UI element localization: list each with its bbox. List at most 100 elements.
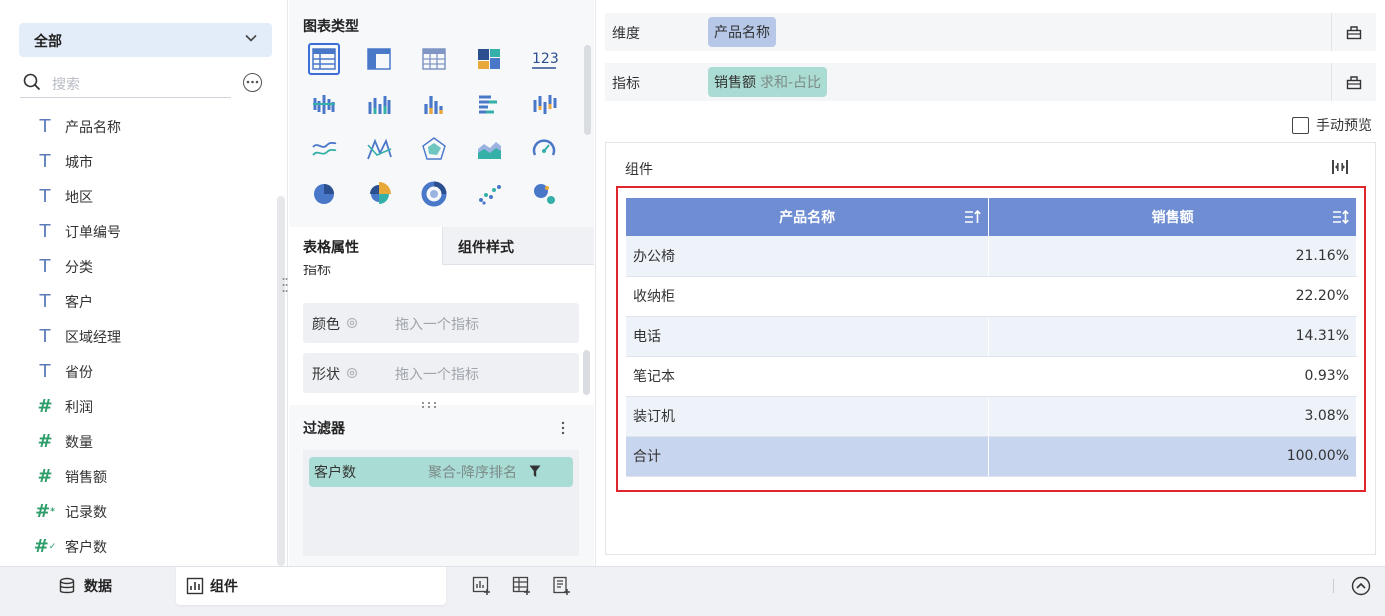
color-attr-dropzone[interactable]: 颜色 拖入一个指标 (303, 303, 579, 343)
gauge-chart-icon[interactable] (528, 133, 560, 165)
treemap-icon[interactable] (473, 43, 505, 75)
table-row[interactable]: 收纳柜 22.20% (626, 276, 1357, 317)
number-card-text: 123 (532, 51, 558, 67)
table-group-icon[interactable] (363, 43, 395, 75)
column-header-sales[interactable]: 销售额 (988, 198, 1357, 236)
sort-ascending-icon[interactable] (964, 209, 981, 225)
table-cross-icon[interactable] (418, 43, 450, 75)
collapse-up-icon[interactable] (1351, 576, 1371, 596)
filter-dropzone[interactable]: 客户数 聚合-降序排名 (303, 450, 579, 556)
line-chart-icon[interactable] (308, 133, 340, 165)
field-region[interactable]: T 地区 (36, 179, 266, 214)
table-row[interactable]: 办公椅 21.16% (626, 236, 1357, 277)
cell-sales: 21.16% (988, 236, 1357, 277)
rose-chart-icon[interactable] (363, 178, 395, 210)
cell-sales: 14.31% (988, 316, 1357, 357)
add-table-icon[interactable] (512, 576, 532, 596)
lock-icon[interactable] (1346, 24, 1362, 40)
sort-both-icon[interactable] (1332, 209, 1349, 225)
manual-preview-toggle[interactable]: 手动预览 (1292, 115, 1372, 135)
field-order-id[interactable]: T 订单编号 (36, 214, 266, 249)
metric-chip[interactable]: 销售额 求和-占比 (708, 67, 828, 97)
bubble-chart-icon[interactable] (528, 178, 560, 210)
polyline-chart-icon[interactable] (363, 133, 395, 165)
chart-type-scrollbar[interactable] (584, 45, 591, 135)
table-row[interactable]: 笔记本 0.93% (626, 356, 1357, 397)
field-profit[interactable]: # 利润 (36, 389, 266, 424)
filter-icon[interactable] (529, 465, 541, 478)
field-province[interactable]: T 省份 (36, 354, 266, 389)
add-chart-icon[interactable] (472, 576, 492, 596)
radar-chart-icon[interactable] (418, 133, 450, 165)
text-type-icon: T (39, 326, 51, 347)
lock-icon[interactable] (1346, 74, 1362, 90)
field-scope-dropdown[interactable]: 全部 (19, 23, 272, 57)
table-detail-icon[interactable] (308, 43, 340, 75)
field-category[interactable]: T 分类 (36, 249, 266, 284)
color-attr-placeholder: 拖入一个指标 (395, 317, 479, 333)
tab-label: 表格属性 (303, 240, 359, 256)
dropdown-label: 全部 (34, 34, 62, 50)
gear-icon[interactable] (346, 317, 358, 329)
highlight-box: 产品名称 销售额 办公椅 21.16% 收纳柜 22.20% 电话 14.31% 笔记本 0.… (616, 186, 1366, 492)
field-sales[interactable]: # 销售额 (36, 459, 266, 494)
add-actions (472, 576, 572, 596)
field-product-name[interactable]: T 产品名称 (36, 109, 266, 144)
tab-component-style[interactable]: 组件样式 (442, 227, 594, 265)
bar-cluster-icon[interactable] (308, 88, 340, 120)
manual-preview-label: 手动预览 (1316, 118, 1372, 134)
table-row[interactable]: 装订机 3.08% (626, 396, 1357, 437)
tab-table-attributes[interactable]: 表格属性 (289, 227, 442, 265)
donut-chart-icon[interactable] (418, 178, 450, 210)
more-options-icon[interactable] (243, 73, 262, 92)
add-text-icon[interactable] (552, 576, 572, 596)
field-customer[interactable]: T 客户 (36, 284, 266, 319)
area-chart-icon[interactable] (473, 133, 505, 165)
field-city[interactable]: T 城市 (36, 144, 266, 179)
bottom-bar: 数据 组件 (0, 566, 1385, 616)
tab-component[interactable]: 组件 (176, 567, 446, 605)
field-label: 销售额 (65, 469, 107, 486)
cell-product: 笔记本 (626, 356, 990, 397)
scatter-chart-icon[interactable] (473, 178, 505, 210)
field-label: 地区 (65, 189, 93, 206)
number-card-icon[interactable]: 123 (528, 43, 560, 75)
pie-chart-icon[interactable] (308, 178, 340, 210)
panel-resize-handle[interactable] (282, 276, 288, 294)
record-count-icon: # * (35, 501, 55, 522)
field-list-scrollbar[interactable] (277, 196, 285, 566)
field-quantity[interactable]: # 数量 (36, 424, 266, 459)
gear-icon[interactable] (346, 367, 358, 379)
field-customer-count[interactable]: # ✓ 客户数 (34, 529, 266, 564)
dimension-chip[interactable]: 产品名称 (708, 17, 776, 47)
tab-data[interactable]: 数据 (58, 567, 112, 605)
range-bar-icon[interactable] (528, 88, 560, 120)
cell-product: 收纳柜 (626, 276, 990, 317)
bar-chart-alt-icon[interactable] (418, 88, 450, 120)
filter-title: 过滤器 (303, 421, 345, 437)
search-input[interactable]: 搜索 (52, 74, 80, 94)
field-label: 客户数 (65, 539, 107, 556)
color-attr-label: 颜色 (312, 317, 340, 333)
bar-chart-icon[interactable] (363, 88, 395, 120)
field-record-count[interactable]: # * 记录数 (35, 494, 266, 529)
resize-handle-icon[interactable] (420, 397, 438, 408)
filter-chip[interactable]: 客户数 聚合-降序排名 (309, 457, 573, 487)
attr-scrollbar[interactable] (583, 350, 590, 395)
horizontal-bar-icon[interactable] (473, 88, 505, 120)
field-region-manager[interactable]: T 区域经理 (36, 319, 266, 354)
tab-label: 组件样式 (458, 240, 514, 256)
text-type-icon: T (39, 361, 51, 382)
column-width-icon[interactable] (1331, 158, 1349, 176)
column-header-product[interactable]: 产品名称 (626, 198, 990, 236)
more-vertical-icon[interactable] (561, 421, 565, 435)
tab-label: 数据 (84, 579, 112, 595)
table-row[interactable]: 电话 14.31% (626, 316, 1357, 357)
divider (1331, 63, 1332, 101)
field-label: 省份 (65, 364, 93, 381)
text-type-icon: T (39, 116, 51, 137)
manual-preview-checkbox[interactable] (1292, 116, 1309, 134)
shape-attr-dropzone[interactable]: 形状 拖入一个指标 (303, 353, 579, 393)
field-search[interactable]: 搜索 (20, 68, 231, 98)
dimension-row: 维度 产品名称 (605, 13, 1376, 51)
